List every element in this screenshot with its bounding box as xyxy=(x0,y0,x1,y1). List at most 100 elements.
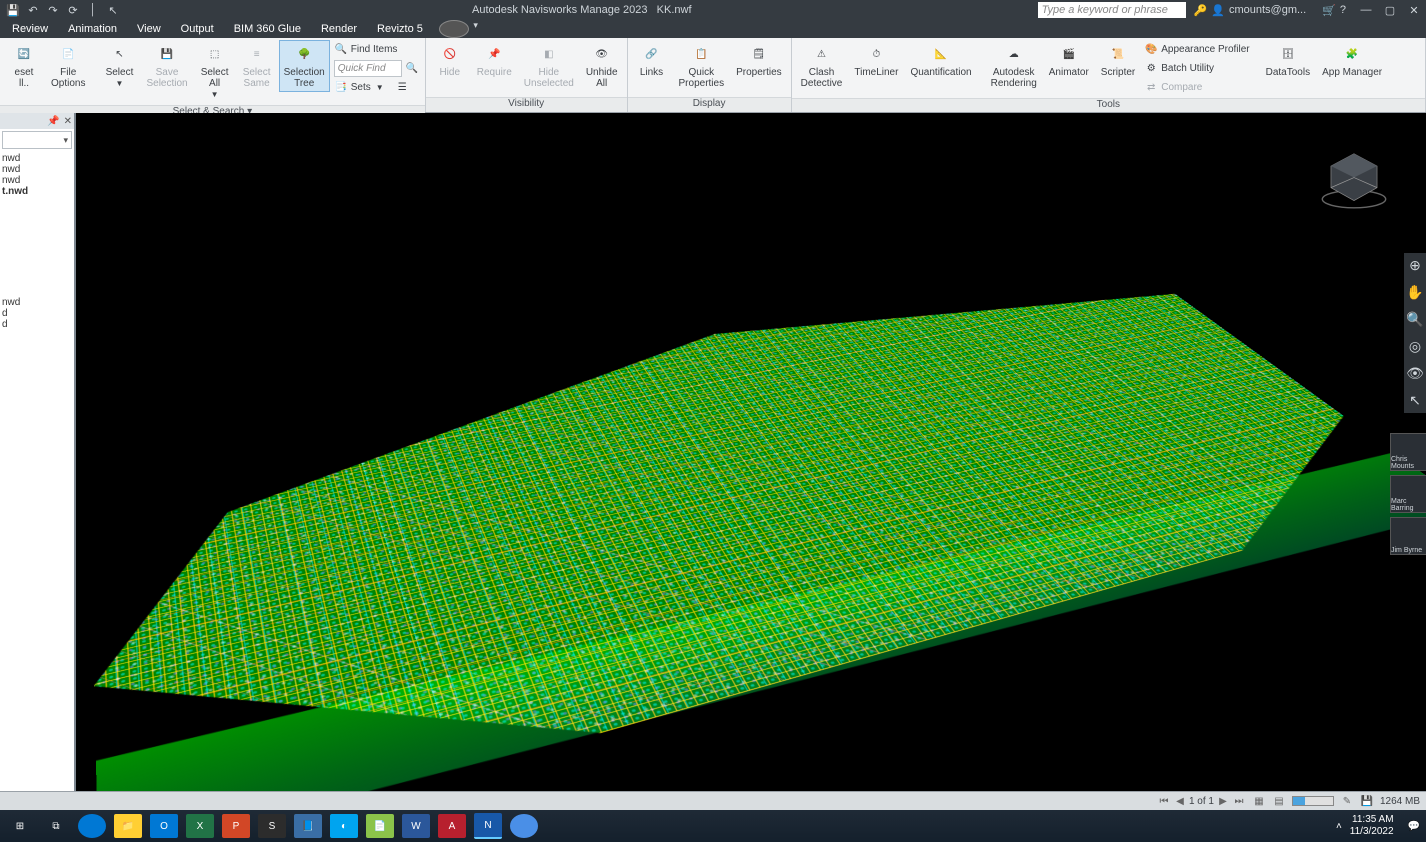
hide-button: 🚫Hide xyxy=(430,40,470,81)
tree-body[interactable]: nwd nwd nwd t.nwd nwd d d xyxy=(0,151,74,791)
tree-item[interactable]: d xyxy=(2,308,72,319)
bim-model[interactable] xyxy=(87,244,1426,791)
viewcube[interactable] xyxy=(1318,143,1390,215)
tab-view[interactable]: View xyxy=(129,21,169,37)
tab-animation[interactable]: Animation xyxy=(60,21,125,37)
tree-mode-dropdown[interactable]: ▾ xyxy=(2,131,72,149)
batch-utility-button[interactable]: ⚙Batch Utility xyxy=(1142,59,1251,77)
chevron-down-icon: ▼ xyxy=(211,89,219,100)
task-view-icon[interactable]: ⧉ xyxy=(42,814,70,838)
maximize-button[interactable]: ▢ xyxy=(1378,4,1402,17)
excel-icon[interactable]: X xyxy=(186,814,214,838)
unhide-all-button[interactable]: 👁Unhide All xyxy=(581,40,623,92)
orbit-icon[interactable]: ◎ xyxy=(1409,338,1421,355)
navisworks-icon[interactable]: N xyxy=(474,813,502,839)
tab-output[interactable]: Output xyxy=(173,21,222,37)
tree-item[interactable]: d xyxy=(2,319,72,330)
pencil-icon[interactable]: ✎ xyxy=(1340,795,1354,807)
quick-find-input[interactable]: Quick Find xyxy=(334,60,402,77)
timeliner-button[interactable]: ⏱TimeLiner xyxy=(849,40,903,81)
last-page-button[interactable]: ⏭ xyxy=(1232,795,1246,807)
help-search-input[interactable]: Type a keyword or phrase xyxy=(1038,2,1186,18)
autocad-icon[interactable]: A xyxy=(438,814,466,838)
zoom-icon[interactable] xyxy=(510,814,538,838)
notifications-icon[interactable]: 💬 xyxy=(1408,821,1420,832)
quick-properties-button[interactable]: 📋Quick Properties xyxy=(674,40,730,92)
prev-page-button[interactable]: ◀ xyxy=(1173,795,1187,807)
tab-render[interactable]: Render xyxy=(313,21,365,37)
save-icon[interactable]: 💾 xyxy=(6,3,20,17)
redo-icon[interactable]: ↷ xyxy=(46,3,60,17)
pin-icon[interactable]: 📌 xyxy=(47,116,59,127)
panel-close-icon[interactable]: ✕ xyxy=(64,116,72,127)
bluebeam-icon[interactable]: 📘 xyxy=(294,814,322,838)
reset-all-button[interactable]: 🔄eset ll.. xyxy=(4,40,44,92)
properties-button[interactable]: 🗒Properties xyxy=(731,40,787,81)
animator-button[interactable]: 🎬Animator xyxy=(1044,40,1094,81)
clash-detective-button[interactable]: ⚠Clash Detective xyxy=(796,40,848,92)
quantification-button[interactable]: 📐Quantification xyxy=(905,40,976,81)
selection-tree-button[interactable]: 🌳Selection Tree xyxy=(279,40,330,92)
ribbon-group-tools: ⚠Clash Detective ⏱TimeLiner 📐Quantificat… xyxy=(792,38,1426,112)
tab-revizto5[interactable]: Revizto 5 xyxy=(369,21,431,37)
edge-icon[interactable] xyxy=(78,814,106,838)
select-button[interactable]: ↖Select▼ xyxy=(99,40,139,92)
participant-avatar[interactable]: Jim Byrne xyxy=(1390,517,1426,555)
find-items-button[interactable]: 🔍Find Items xyxy=(332,40,421,58)
powerpoint-icon[interactable]: P xyxy=(222,814,250,838)
steering-wheel-icon[interactable]: ⊕ xyxy=(1409,257,1421,274)
system-clock[interactable]: 11:35 AM 11/3/2022 xyxy=(1350,814,1400,838)
first-page-button[interactable]: ⏮ xyxy=(1157,795,1171,807)
tray-chevron-icon[interactable]: ˄ xyxy=(1336,821,1342,832)
tab-review[interactable]: Review xyxy=(4,21,56,37)
sets-button[interactable]: 📑Sets▼ ☰ xyxy=(332,78,421,96)
ribbon-group-visibility: 🚫Hide 📌Require ◧Hide Unselected 👁Unhide … xyxy=(426,38,628,112)
zoom-icon[interactable]: 🔍 xyxy=(1406,311,1423,328)
links-button[interactable]: 🔗Links xyxy=(632,40,672,81)
appearance-profiler-button[interactable]: 🎨Appearance Profiler xyxy=(1142,40,1251,58)
autodesk-rendering-button[interactable]: ☁Autodesk Rendering xyxy=(986,40,1042,92)
ribbon-group-display: 🔗Links 📋Quick Properties 🗒Properties Dis… xyxy=(628,38,792,112)
next-page-button[interactable]: ▶ xyxy=(1216,795,1230,807)
tree-item[interactable]: nwd xyxy=(2,164,72,175)
outlook-icon[interactable]: O xyxy=(150,814,178,838)
participant-avatar[interactable]: Marc Barring xyxy=(1390,475,1426,513)
tree-item[interactable]: nwd xyxy=(2,175,72,186)
grid-icon[interactable]: ▤ xyxy=(1272,795,1286,807)
look-icon[interactable]: 👁 xyxy=(1406,365,1424,382)
app-manager-button[interactable]: 🧩App Manager xyxy=(1317,40,1387,81)
search-icon[interactable]: 🔍 xyxy=(405,61,419,75)
filter-icon[interactable]: ☰ xyxy=(395,80,409,94)
help-icon[interactable]: ? xyxy=(1340,4,1346,16)
file-explorer-icon[interactable]: 📁 xyxy=(114,814,142,838)
snagit-icon[interactable]: S xyxy=(258,814,286,838)
word-icon[interactable]: W xyxy=(402,814,430,838)
sheet-browser-icon[interactable]: ▦ xyxy=(1252,795,1266,807)
file-options-button[interactable]: 📄File Options xyxy=(46,40,90,92)
close-button[interactable]: ✕ xyxy=(1402,4,1426,17)
undo-icon[interactable]: ↶ xyxy=(26,3,40,17)
datatools-icon: 🗄 xyxy=(1277,43,1299,65)
participant-avatar[interactable]: Chris Mounts xyxy=(1390,433,1426,471)
start-button[interactable]: ⊞ xyxy=(6,814,34,838)
minimize-button[interactable]: — xyxy=(1354,4,1378,17)
tree-item[interactable]: nwd xyxy=(2,297,72,308)
select-all-button[interactable]: ⬚Select All▼ xyxy=(195,40,235,103)
refresh-icon[interactable]: ⟳ xyxy=(66,3,80,17)
tree-item[interactable]: nwd xyxy=(2,153,72,164)
disk-icon[interactable]: 💾 xyxy=(1360,795,1374,807)
datatools-button[interactable]: 🗄DataTools xyxy=(1261,40,1315,81)
scripter-button[interactable]: 📜Scripter xyxy=(1096,40,1140,81)
user-menu[interactable]: 🔑 👤 cmounts@gm... xyxy=(1186,4,1315,17)
cursor-tool-icon[interactable]: ↖ xyxy=(1409,392,1421,409)
cursor-icon[interactable]: ↖ xyxy=(106,3,120,17)
cart-icon[interactable]: 🛒 xyxy=(1322,4,1336,17)
record-indicator-icon[interactable] xyxy=(439,20,469,38)
tree-item[interactable]: t.nwd xyxy=(2,186,72,197)
3d-viewport[interactable]: ⊕ ✋ 🔍 ◎ 👁 ↖ Chris Mounts Marc Barring Ji… xyxy=(76,113,1426,791)
app-icon[interactable]: 📄 xyxy=(366,814,394,838)
selection-tree-panel[interactable]: 📌 ✕ ▾ nwd nwd nwd t.nwd nwd d d xyxy=(0,113,76,791)
pan-icon[interactable]: ✋ xyxy=(1406,284,1423,301)
app-icon[interactable]: ◐ xyxy=(330,814,358,838)
tab-bim360glue[interactable]: BIM 360 Glue xyxy=(226,21,309,37)
